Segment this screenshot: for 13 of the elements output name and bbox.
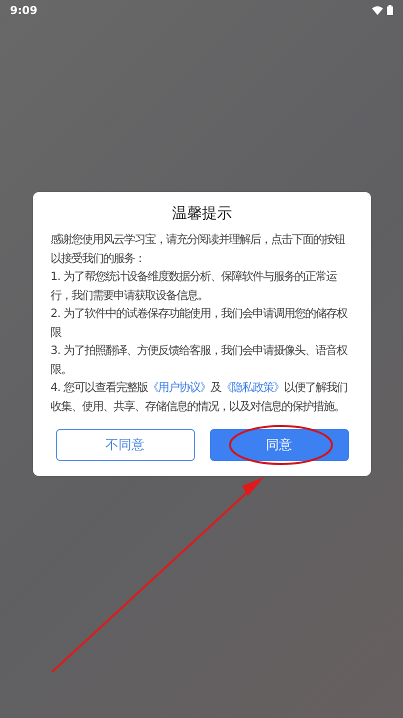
dialog-paragraph: 2. 为了软件中的试卷保存功能使用，我们会申请调用您的储存权限 xyxy=(50,305,348,340)
policy-link[interactable]: 《隐私政策》 xyxy=(221,380,284,394)
disagree-button[interactable]: 不同意 xyxy=(56,429,194,461)
battery-icon xyxy=(387,5,393,15)
dialog-paragraph: 4. 您可以查看完整版《用户协议》及《隐私政策》以便了解我们收集、使用、共享、存储信息的情况，以及对信息的保护措施。 xyxy=(50,379,348,414)
dialog-paragraph: 感谢您使用风云学习宝，请充分阅读并理解后，点击下面的按钮以接受我们的服务： xyxy=(50,231,346,266)
dialog-paragraph: 3. 为了拍照翻译、方便反馈给客服，我们会申请摄像头、语音权限。 xyxy=(50,342,348,378)
policy-link[interactable]: 《用户协议》 xyxy=(148,380,210,394)
status-time: 9:09 xyxy=(10,4,38,16)
dialog-paragraph: 1. 为了帮您统计设备维度数据分析、保障软件与服务的正常运行，我们需要申请获取设备信息。 xyxy=(50,268,338,304)
agree-button[interactable]: 同意 xyxy=(210,429,348,461)
dialog-title: 温馨提示 xyxy=(172,204,232,223)
wifi-icon xyxy=(372,6,383,14)
